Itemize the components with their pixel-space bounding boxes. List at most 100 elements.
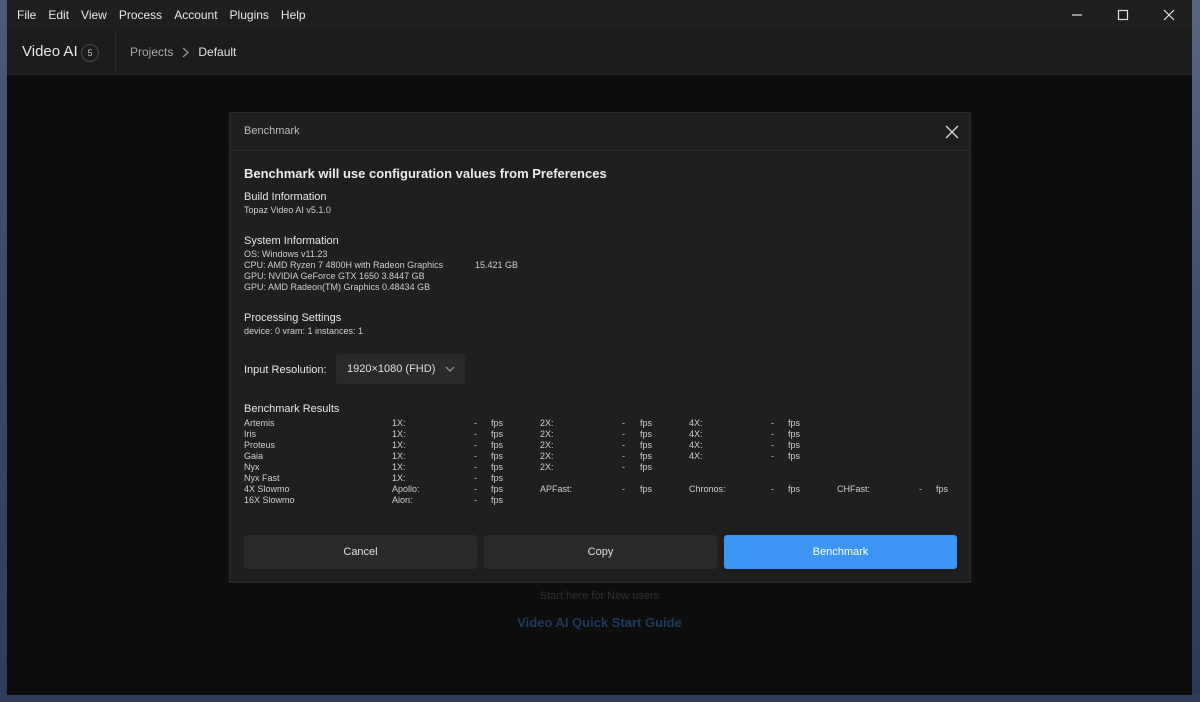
result-unit: fps (640, 451, 653, 461)
result-unit: fps (640, 462, 653, 472)
result-label: 1X: (392, 451, 406, 461)
menu-account[interactable]: Account (168, 0, 223, 30)
results-row: Nyx 1X: - fps 2X: - fps (244, 462, 959, 473)
result-label: 4X: (689, 440, 703, 450)
maximize-button[interactable] (1100, 0, 1146, 30)
close-icon (1163, 9, 1175, 21)
input-resolution-value: 1920×1080 (FHD) (347, 363, 436, 375)
result-unit: fps (788, 484, 801, 494)
result-value: - (622, 440, 625, 450)
result-label: Aion: (392, 495, 413, 505)
result-unit: fps (491, 440, 504, 450)
result-label: 2X: (540, 440, 554, 450)
processing-settings-title: Processing Settings (244, 312, 342, 324)
result-label: 2X: (540, 429, 554, 439)
result-label: Chronos: (689, 484, 726, 494)
result-unit: fps (491, 429, 504, 439)
system-info-title: System Information (244, 235, 339, 247)
results-row: 16X Slowmo Aion: - fps (244, 495, 959, 506)
result-model: 4X Slowmo (244, 484, 290, 494)
result-unit: fps (640, 484, 653, 494)
chevron-right-icon (182, 47, 190, 58)
dialog-title: Benchmark (244, 125, 300, 137)
menu-process[interactable]: Process (113, 0, 168, 30)
menu-help[interactable]: Help (275, 0, 312, 30)
result-model: Iris (244, 429, 256, 439)
menu-plugins[interactable]: Plugins (224, 0, 275, 30)
breadcrumb-projects[interactable]: Projects (130, 45, 173, 59)
result-model: Artemis (244, 418, 275, 428)
cancel-button[interactable]: Cancel (244, 535, 477, 569)
result-unit: fps (640, 429, 653, 439)
benchmark-button[interactable]: Benchmark (724, 535, 957, 569)
results-row: 4X Slowmo Apollo: - fps APFast: - fps Ch… (244, 484, 959, 495)
result-value: - (474, 495, 477, 505)
results-row: Proteus 1X: - fps 2X: - fps 4X: - fps (244, 440, 959, 451)
result-unit: fps (491, 484, 504, 494)
result-label: APFast: (540, 484, 573, 494)
build-info-title: Build Information (244, 191, 327, 203)
result-value: - (474, 473, 477, 483)
window-controls (1054, 0, 1192, 30)
result-unit: fps (640, 418, 653, 428)
processing-settings-line: device: 0 vram: 1 instances: 1 (244, 326, 364, 336)
result-label: Apollo: (392, 484, 420, 494)
result-unit: fps (640, 440, 653, 450)
result-unit: fps (788, 451, 801, 461)
desktop-background-left (0, 0, 7, 702)
system-os: OS: Windows v11.23 (244, 249, 328, 259)
benchmark-dialog: Benchmark Benchmark will use configurati… (229, 112, 971, 583)
result-unit: fps (491, 462, 504, 472)
result-value: - (622, 429, 625, 439)
result-unit: fps (491, 495, 504, 505)
header-divider (115, 30, 116, 75)
app-title: Video AI (22, 43, 78, 60)
result-value: - (771, 451, 774, 461)
copy-button[interactable]: Copy (484, 535, 717, 569)
menu-edit[interactable]: Edit (42, 0, 75, 30)
result-unit: fps (491, 451, 504, 461)
results-row: Nyx Fast 1X: - fps (244, 473, 959, 484)
result-label: 2X: (540, 451, 554, 461)
close-window-button[interactable] (1146, 0, 1192, 30)
input-resolution-select[interactable]: 1920×1080 (FHD) (336, 354, 465, 384)
quick-start-hint: Start here for New users (539, 590, 660, 602)
result-model: Nyx Fast (244, 473, 280, 483)
result-label: 1X: (392, 462, 406, 472)
result-value: - (622, 484, 625, 494)
quick-start-guide-link[interactable]: Video AI Quick Start Guide (7, 615, 1192, 630)
result-model: Proteus (244, 440, 276, 450)
benchmark-results-title: Benchmark Results (244, 403, 340, 415)
result-value: - (771, 418, 774, 428)
result-model: Nyx (244, 462, 260, 472)
desktop-background-bottom (0, 694, 1200, 702)
dialog-close-button[interactable] (944, 124, 960, 140)
result-value: - (474, 418, 477, 428)
result-model: Gaia (244, 451, 264, 461)
breadcrumb: Projects Default (130, 45, 236, 59)
chevron-down-icon (445, 366, 455, 372)
menubar: File Edit View Process Account Plugins H… (7, 0, 1192, 30)
dialog-header: Benchmark (230, 113, 970, 151)
desktop-background-right (1192, 0, 1200, 702)
result-label: 1X: (392, 473, 406, 483)
result-value: - (771, 440, 774, 450)
result-unit: fps (491, 473, 504, 483)
result-label: 4X: (689, 418, 703, 428)
results-row: Gaia 1X: - fps 2X: - fps 4X: - fps (244, 451, 959, 462)
menu-file[interactable]: File (7, 0, 42, 30)
result-value: - (919, 484, 922, 494)
close-icon (945, 125, 959, 139)
build-version: Topaz Video AI v5.1.0 (244, 205, 331, 215)
maximize-icon (1117, 9, 1129, 21)
result-unit: fps (788, 440, 801, 450)
menu-view[interactable]: View (75, 0, 113, 30)
minimize-button[interactable] (1054, 0, 1100, 30)
minimize-icon (1072, 14, 1082, 16)
input-resolution-label: Input Resolution: (244, 364, 327, 376)
result-value: - (474, 440, 477, 450)
app-header: Video AI 5 Projects Default (7, 30, 1192, 75)
result-label: 4X: (689, 451, 703, 461)
notification-badge[interactable]: 5 (81, 44, 99, 62)
dialog-heading: Benchmark will use configuration values … (244, 166, 607, 181)
